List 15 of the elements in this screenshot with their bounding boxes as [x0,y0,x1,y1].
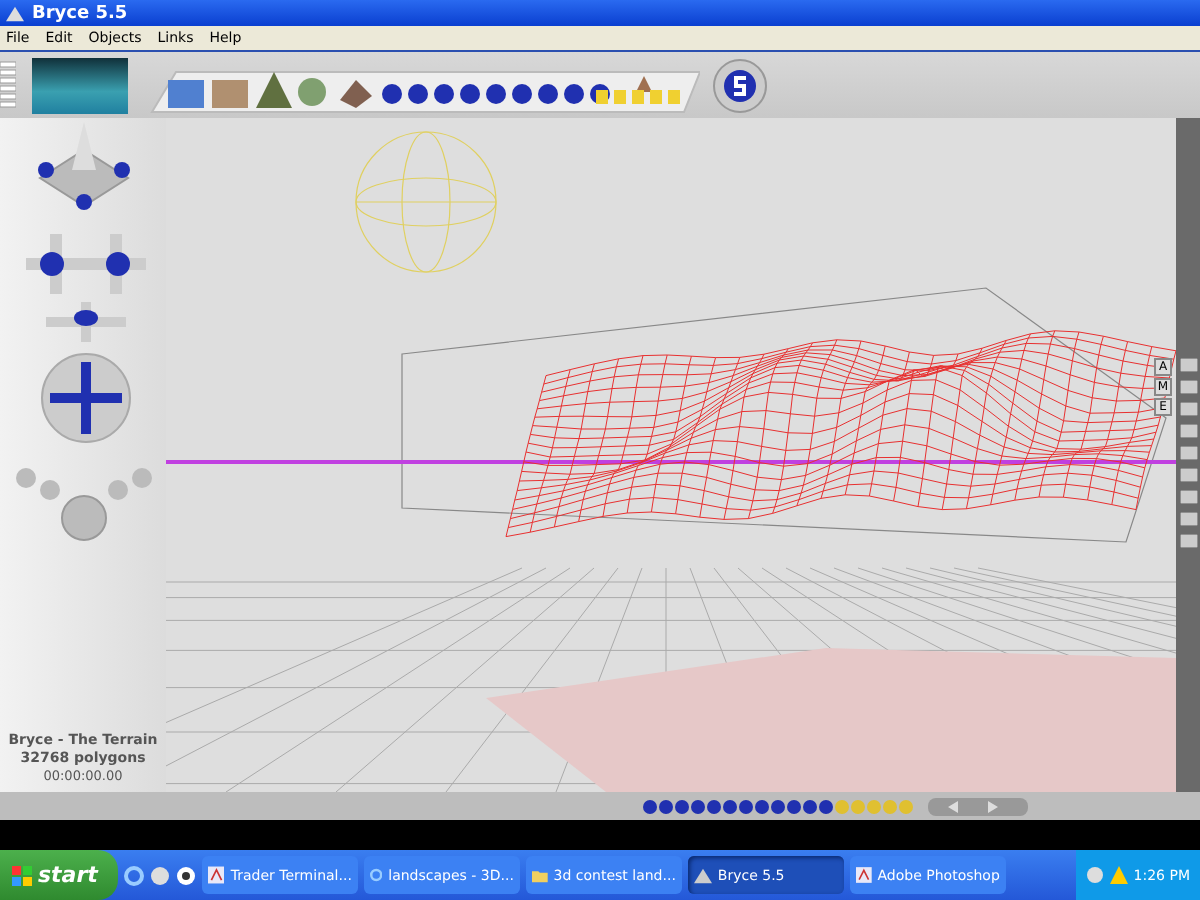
browser-icon[interactable] [123,865,144,885]
playback-controls-drawing[interactable] [928,797,1028,815]
preview-thumbnail[interactable] [32,57,128,113]
app-icon [6,5,24,21]
browser-icon [369,866,383,884]
menu-icon[interactable] [0,59,16,111]
app-icon[interactable] [175,865,196,885]
app-icon [207,866,225,884]
folder-icon [531,867,548,883]
sphere-wireframe [355,131,497,273]
windows-logo-icon [12,865,32,885]
logo-icon[interactable] [712,57,768,113]
pyramid-icon [693,867,712,883]
app-icon [855,866,872,884]
window-title: Bryce 5.5 [32,3,128,23]
